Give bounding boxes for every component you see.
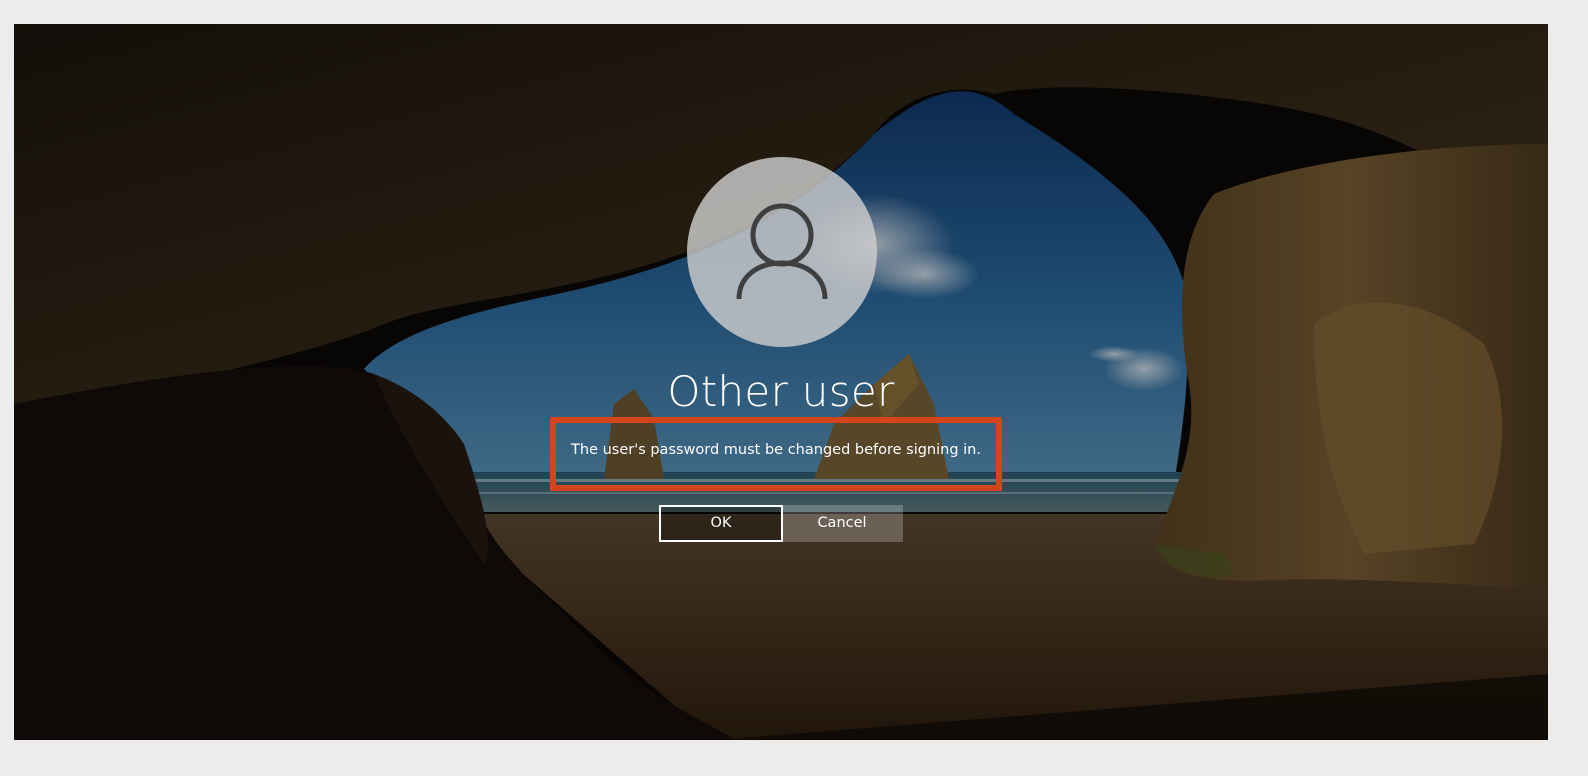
lock-screen: Other user The user's password must be c…: [14, 24, 1548, 740]
user-avatar: [687, 157, 877, 347]
user-silhouette-icon: [736, 203, 828, 300]
ok-button[interactable]: OK: [659, 505, 783, 542]
error-message: The user's password must be changed befo…: [571, 442, 981, 458]
username-label: Other user: [667, 367, 895, 416]
cancel-button[interactable]: Cancel: [781, 505, 903, 542]
